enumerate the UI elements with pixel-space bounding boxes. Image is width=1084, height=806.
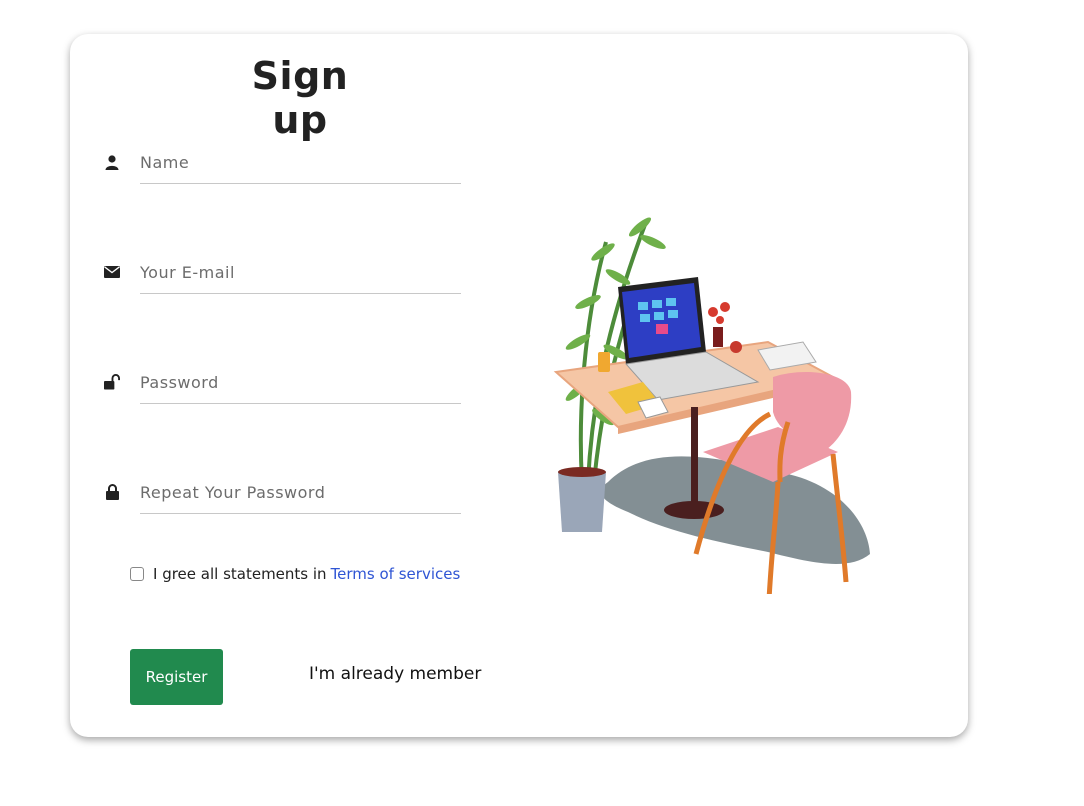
envelope-icon	[104, 264, 120, 280]
lock-icon	[104, 484, 120, 500]
agree-checkbox[interactable]	[130, 567, 144, 581]
email-input[interactable]	[140, 254, 461, 294]
register-button[interactable]: Register	[130, 649, 223, 705]
email-field-group	[104, 254, 462, 294]
name-input[interactable]	[140, 144, 461, 184]
name-field-group	[104, 144, 462, 184]
already-member-link[interactable]: I'm already member	[309, 664, 481, 684]
repeat-password-field-group	[104, 474, 462, 514]
agree-label: I gree all statements in	[153, 565, 327, 583]
signup-card: Sign up Name Your E-mail I gree all stat…	[70, 34, 968, 737]
page-title: Sign up	[251, 54, 349, 142]
desk-illustration	[553, 217, 870, 594]
terms-agreement: I gree all statements in Terms of servic…	[130, 564, 460, 584]
password-field-group	[104, 364, 462, 404]
repeat-password-input[interactable]	[140, 474, 461, 514]
terms-link[interactable]: Terms of services	[331, 565, 461, 583]
user-icon	[104, 154, 120, 170]
password-input[interactable]	[140, 364, 461, 404]
unlock-icon	[104, 374, 120, 390]
